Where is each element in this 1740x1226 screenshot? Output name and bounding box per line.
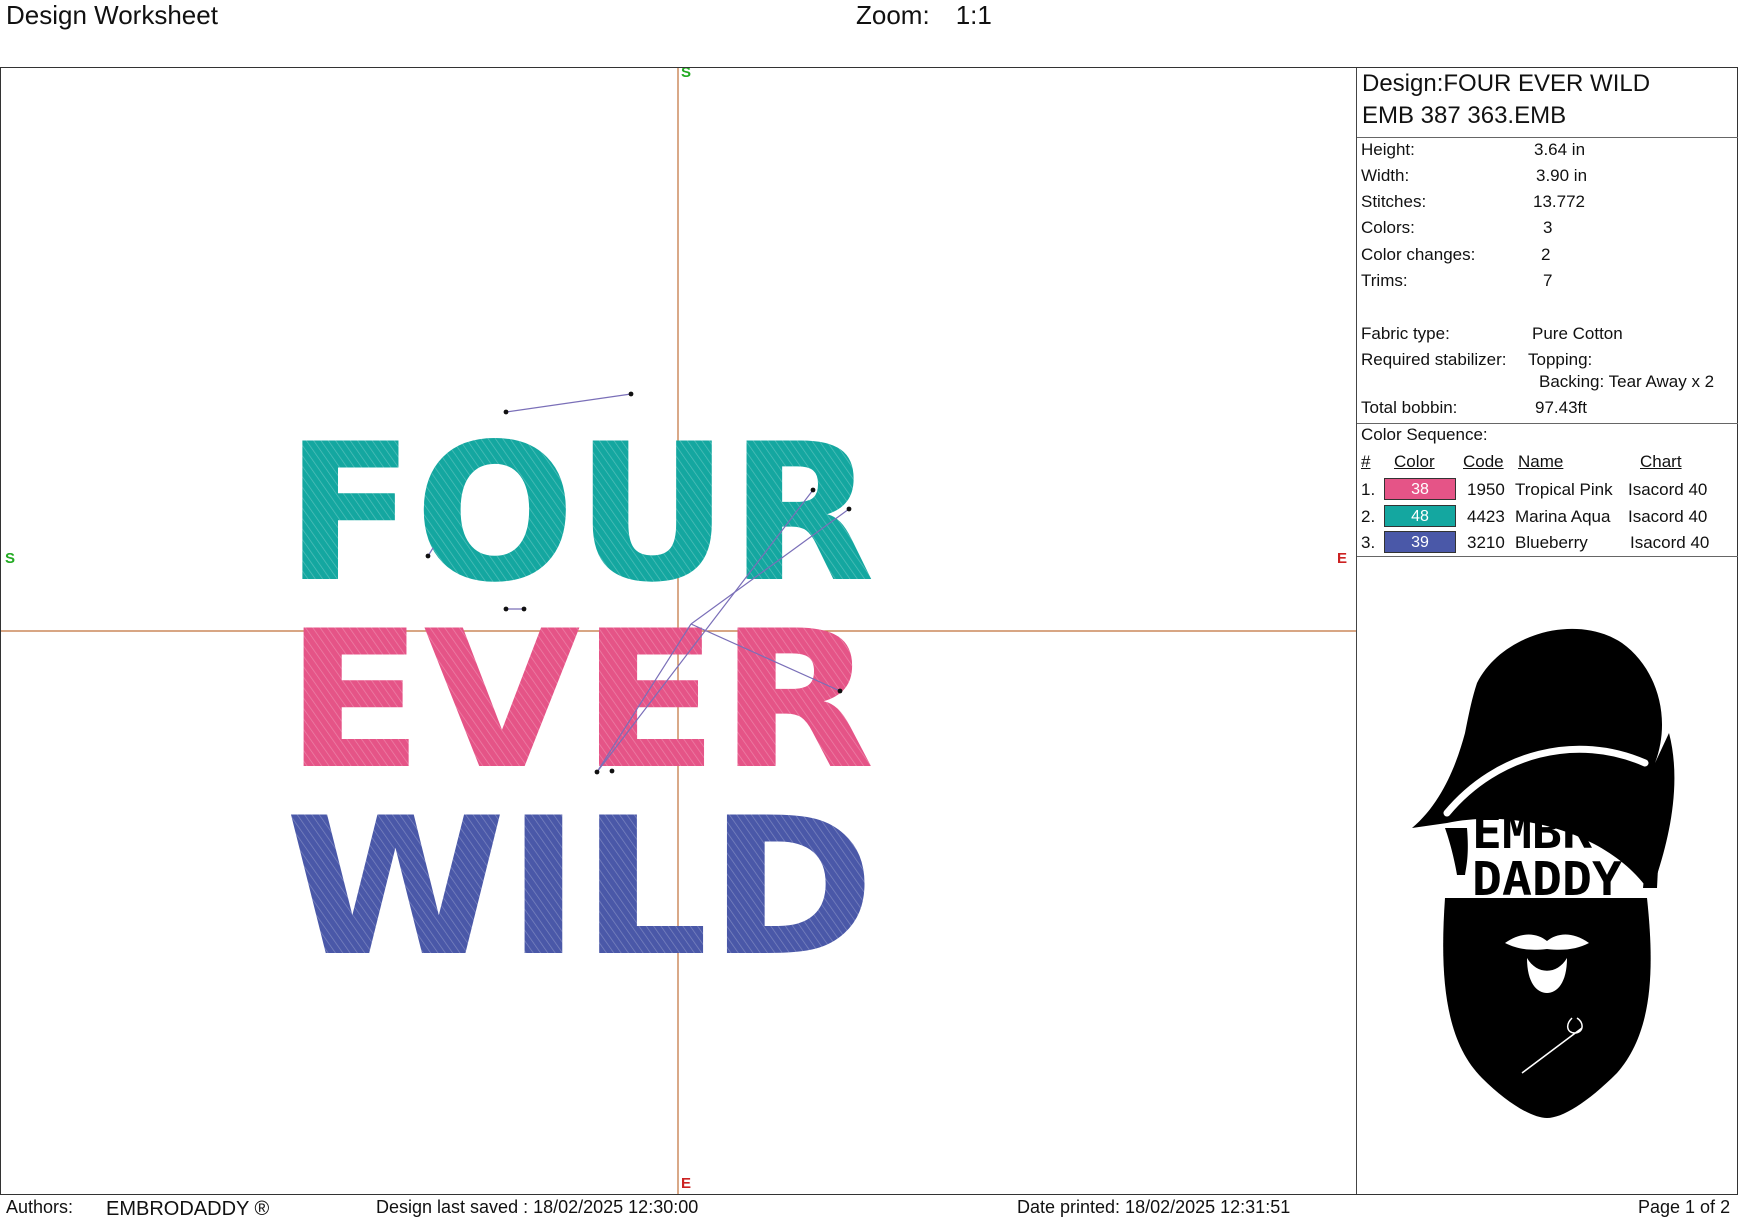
color-swatch: 48: [1384, 505, 1456, 527]
svg-text:EMBRO: EMBRO: [1472, 805, 1622, 859]
zoom-value: 1:1: [955, 0, 992, 30]
design-preview: FOUR FOUR EVER EVER WILD WILD: [1, 68, 1356, 1194]
authors-value: EMBRODADDY ®: [106, 1198, 270, 1220]
worksheet-title: Design Worksheet: [6, 0, 218, 30]
fabric-type: Fabric type: Pure Cotton: [1361, 324, 1623, 343]
color-swatch: 38: [1384, 478, 1456, 500]
axis-start-top: S: [681, 68, 692, 81]
divider: [1357, 423, 1738, 424]
color-sequence-title: Color Sequence:: [1361, 425, 1488, 444]
zoom-indicator[interactable]: Zoom: 1:1: [856, 0, 992, 31]
design-canvas[interactable]: FOUR FOUR EVER EVER WILD WILD S S E E: [1, 68, 1356, 1194]
date-printed: Date printed: 18/02/2025 12:31:51: [1017, 1197, 1291, 1217]
stat-color-changes: Color changes: 2: [1361, 245, 1551, 264]
authors-label: Authors:: [6, 1197, 74, 1217]
axis-start-left: S: [5, 550, 16, 567]
svg-text:DADDY: DADDY: [1472, 852, 1622, 906]
divider: [1357, 137, 1738, 138]
color-row[interactable]: 2. 48 4423 Marina Aqua Isacord 40: [1357, 505, 1738, 529]
footer: Authors: EMBRODADDY ® Design last saved …: [0, 1195, 1740, 1226]
color-row[interactable]: 1. 38 1950 Tropical Pink Isacord 40: [1357, 478, 1738, 502]
total-bobbin: Total bobbin: 97.43ft: [1361, 398, 1587, 417]
panel-divider: [1356, 68, 1357, 1194]
svg-text:WILD: WILD: [285, 777, 875, 998]
page-indicator: Page 1 of 2: [1638, 1197, 1731, 1217]
stat-width: Width: 3.90 in: [1361, 166, 1588, 185]
stat-colors: Colors: 3: [1361, 218, 1553, 237]
design-file: EMB 387 363.EMB: [1362, 102, 1567, 129]
axis-end-bottom: E: [681, 1175, 692, 1192]
embrodaddy-logo: EMBRO DADDY: [1412, 628, 1675, 1118]
divider: [1357, 556, 1738, 557]
stat-trims: Trims: 7: [1361, 271, 1553, 290]
color-row[interactable]: 3. 39 3210 Blueberry Isacord 40: [1357, 531, 1738, 555]
stat-stitches: Stitches: 13.772: [1361, 192, 1585, 211]
required-stabilizer: Required stabilizer: Topping:: [1361, 350, 1593, 369]
design-last-saved: Design last saved : 18/02/2025 12:30:00: [376, 1197, 699, 1217]
axis-end-right: E: [1337, 550, 1348, 567]
design-name: Design:FOUR EVER WILD: [1362, 70, 1651, 97]
word-wild: WILD WILD: [285, 777, 875, 998]
zoom-label: Zoom:: [856, 0, 930, 30]
color-swatch: 39: [1384, 531, 1456, 553]
stat-height: Height: 3.64 in: [1361, 140, 1586, 159]
